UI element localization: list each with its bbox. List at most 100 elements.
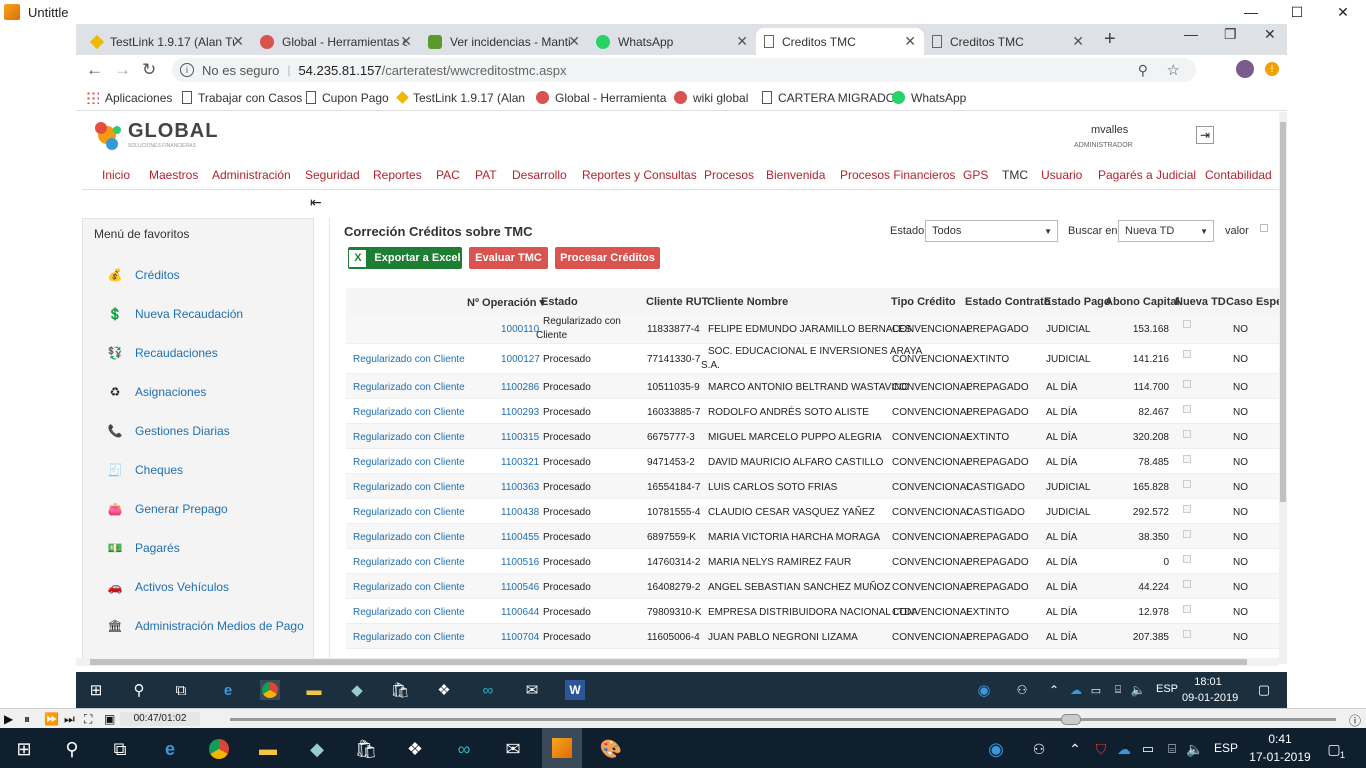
menu-item[interactable]: Inicio: [102, 168, 130, 182]
row-action-link[interactable]: Regularizado con Cliente: [353, 632, 465, 643]
clock-date[interactable]: 17-01-2019: [1248, 750, 1312, 764]
onedrive-icon[interactable]: ☁: [1066, 680, 1086, 700]
menu-item[interactable]: Administración: [212, 168, 291, 182]
new-tab-button[interactable]: +: [1104, 28, 1116, 51]
operation-link[interactable]: 1100644: [501, 607, 539, 618]
browser-tab[interactable]: Ver incidencias - Manti ✕: [420, 28, 588, 55]
row-action-link[interactable]: Regularizado con Cliente: [353, 382, 465, 393]
store-icon[interactable]: 🛍: [354, 737, 378, 761]
maximize-button[interactable]: ☐: [1274, 0, 1320, 24]
browser-maximize-button[interactable]: ❐: [1224, 26, 1237, 43]
menu-item[interactable]: Reportes: [373, 168, 422, 182]
collapse-sidebar-icon[interactable]: ⇤: [310, 194, 322, 211]
table-row[interactable]: Regularizado con Cliente 1100704 Procesado…: [346, 624, 1279, 649]
bookmark-item[interactable]: WhatsApp: [892, 91, 966, 105]
sidebar-item[interactable]: 💲 Nueva Recaudación: [103, 301, 244, 327]
volume-icon[interactable]: 🔈: [1128, 680, 1148, 700]
bookmark-star-icon[interactable]: ☆: [1167, 61, 1180, 79]
onedrive-icon[interactable]: ☁: [1112, 737, 1136, 761]
operation-link[interactable]: 1100704: [501, 632, 539, 643]
people-icon[interactable]: ⚇: [1012, 680, 1032, 700]
sidebar-item[interactable]: 🚗 Activos Vehículos: [103, 574, 230, 600]
security-icon[interactable]: ◉: [984, 737, 1008, 761]
nueva-td-checkbox[interactable]: [1183, 605, 1191, 613]
bookmark-item[interactable]: TestLink 1.9.17 (Alan: [396, 91, 525, 105]
operation-link[interactable]: 1100516: [501, 557, 539, 568]
operation-link[interactable]: 1100363: [501, 482, 539, 493]
file-explorer-icon[interactable]: ▬: [304, 680, 324, 700]
menu-item[interactable]: Reportes y Consultas: [582, 168, 697, 182]
valor-checkbox[interactable]: [1260, 224, 1268, 232]
menu-item[interactable]: Usuario: [1041, 168, 1082, 182]
sidebar-item[interactable]: 🏛 Administración Medios de Pago: [103, 613, 303, 639]
col-header[interactable]: Abono Capital: [1105, 296, 1180, 308]
tab-close-icon[interactable]: ✕: [736, 33, 748, 50]
word-icon[interactable]: W: [565, 680, 585, 700]
table-row[interactable]: Regularizado con Cliente 1100516 Procesado…: [346, 549, 1279, 574]
evaluar-tmc-button[interactable]: Evaluar TMC: [469, 247, 548, 269]
reload-icon[interactable]: ↻: [142, 60, 156, 80]
file-explorer-icon[interactable]: ▬: [256, 737, 280, 761]
menu-item[interactable]: Procesos: [704, 168, 754, 182]
row-action-link[interactable]: Regularizado con Cliente: [353, 354, 465, 365]
buscar-select[interactable]: Nueva TD ▼: [1118, 220, 1214, 242]
sidebar-item[interactable]: 📞 Gestiones Diarias: [103, 418, 230, 444]
nueva-td-checkbox[interactable]: [1183, 505, 1191, 513]
language-indicator[interactable]: ESP: [1156, 683, 1178, 695]
profile-avatar[interactable]: [1236, 60, 1254, 78]
menu-item[interactable]: GPS: [963, 168, 988, 182]
language-indicator[interactable]: ESP: [1214, 741, 1238, 755]
security-icon[interactable]: ◉: [974, 680, 994, 700]
scroll-thumb[interactable]: [1280, 122, 1286, 502]
nueva-td-checkbox[interactable]: [1183, 630, 1191, 638]
search-icon[interactable]: ⚲: [60, 737, 84, 761]
play-icon[interactable]: ▶: [4, 712, 13, 726]
browser-tab[interactable]: TestLink 1.9.17 (Alan Tu ✕: [84, 28, 252, 55]
nueva-td-checkbox[interactable]: [1183, 580, 1191, 588]
table-row[interactable]: Regularizado con Cliente 1100455 Procesado…: [346, 524, 1279, 549]
edge-icon[interactable]: e: [158, 737, 182, 761]
table-row[interactable]: Regularizado con Cliente 1100363 Procesado…: [346, 474, 1279, 499]
chevron-up-icon[interactable]: ⌃: [1044, 680, 1064, 700]
task-view-icon[interactable]: ⧉: [171, 680, 191, 700]
browser-tab[interactable]: WhatsApp ✕: [588, 28, 756, 55]
bookmark-item[interactable]: Trabajar con Casos: [182, 91, 302, 105]
tab-close-icon[interactable]: ✕: [1072, 33, 1084, 50]
network-icon[interactable]: ⌸: [1160, 737, 1184, 761]
table-row[interactable]: Regularizado con Cliente 1100438 Procesado…: [346, 499, 1279, 524]
search-icon[interactable]: ⚲: [129, 680, 149, 700]
col-header[interactable]: Estado Pago: [1044, 296, 1111, 308]
notifications-icon[interactable]: ▢: [1254, 680, 1274, 700]
col-header[interactable]: Tipo Crédito: [891, 296, 956, 308]
nueva-td-checkbox[interactable]: [1183, 350, 1191, 358]
row-action-link[interactable]: Regularizado con Cliente: [353, 407, 465, 418]
row-action-link[interactable]: Regularizado con Cliente: [353, 532, 465, 543]
arduino-icon[interactable]: ∞: [452, 737, 476, 761]
operation-link[interactable]: 1100293: [501, 407, 539, 418]
sidebar-item[interactable]: ♻ Asignaciones: [103, 379, 207, 405]
row-action-link[interactable]: Regularizado con Cliente: [353, 507, 465, 518]
operation-link[interactable]: 1000127: [501, 354, 540, 365]
col-header[interactable]: Estado: [541, 296, 578, 308]
bookmark-item[interactable]: wiki global: [674, 91, 748, 105]
pause-icon[interactable]: ⏸: [24, 712, 30, 727]
table-row[interactable]: Regularizado con Cliente 1100293 Procesado…: [346, 399, 1279, 424]
network-icon[interactable]: ⌸: [1108, 680, 1128, 700]
table-row[interactable]: 1000110 Regularizado con Cliente 11833877-4…: [346, 314, 1279, 344]
procesar-creditos-button[interactable]: Procesar Créditos: [555, 247, 660, 269]
sidebar-item[interactable]: 🧾 Cheques: [103, 457, 184, 483]
bookmark-item[interactable]: Aplicaciones: [86, 91, 172, 105]
col-header[interactable]: Nº Operación ▾: [467, 296, 545, 309]
chrome-icon[interactable]: [207, 737, 231, 761]
table-row[interactable]: Regularizado con Cliente 1100315 Procesado…: [346, 424, 1279, 449]
bookmark-item[interactable]: Global - Herramienta: [536, 91, 666, 105]
windows-start-icon[interactable]: ⊞: [86, 680, 106, 700]
edge-icon[interactable]: e: [218, 680, 238, 700]
row-action-link[interactable]: Regularizado con Cliente: [353, 582, 465, 593]
back-icon[interactable]: ←: [86, 60, 103, 80]
mail-icon[interactable]: ✉: [501, 737, 525, 761]
operation-link[interactable]: 1100438: [501, 507, 539, 518]
bookmark-item[interactable]: CARTERA MIGRADO: [762, 91, 895, 105]
browser-tab[interactable]: Creditos TMC ✕: [924, 28, 1092, 55]
seek-thumb[interactable]: [1060, 714, 1081, 725]
